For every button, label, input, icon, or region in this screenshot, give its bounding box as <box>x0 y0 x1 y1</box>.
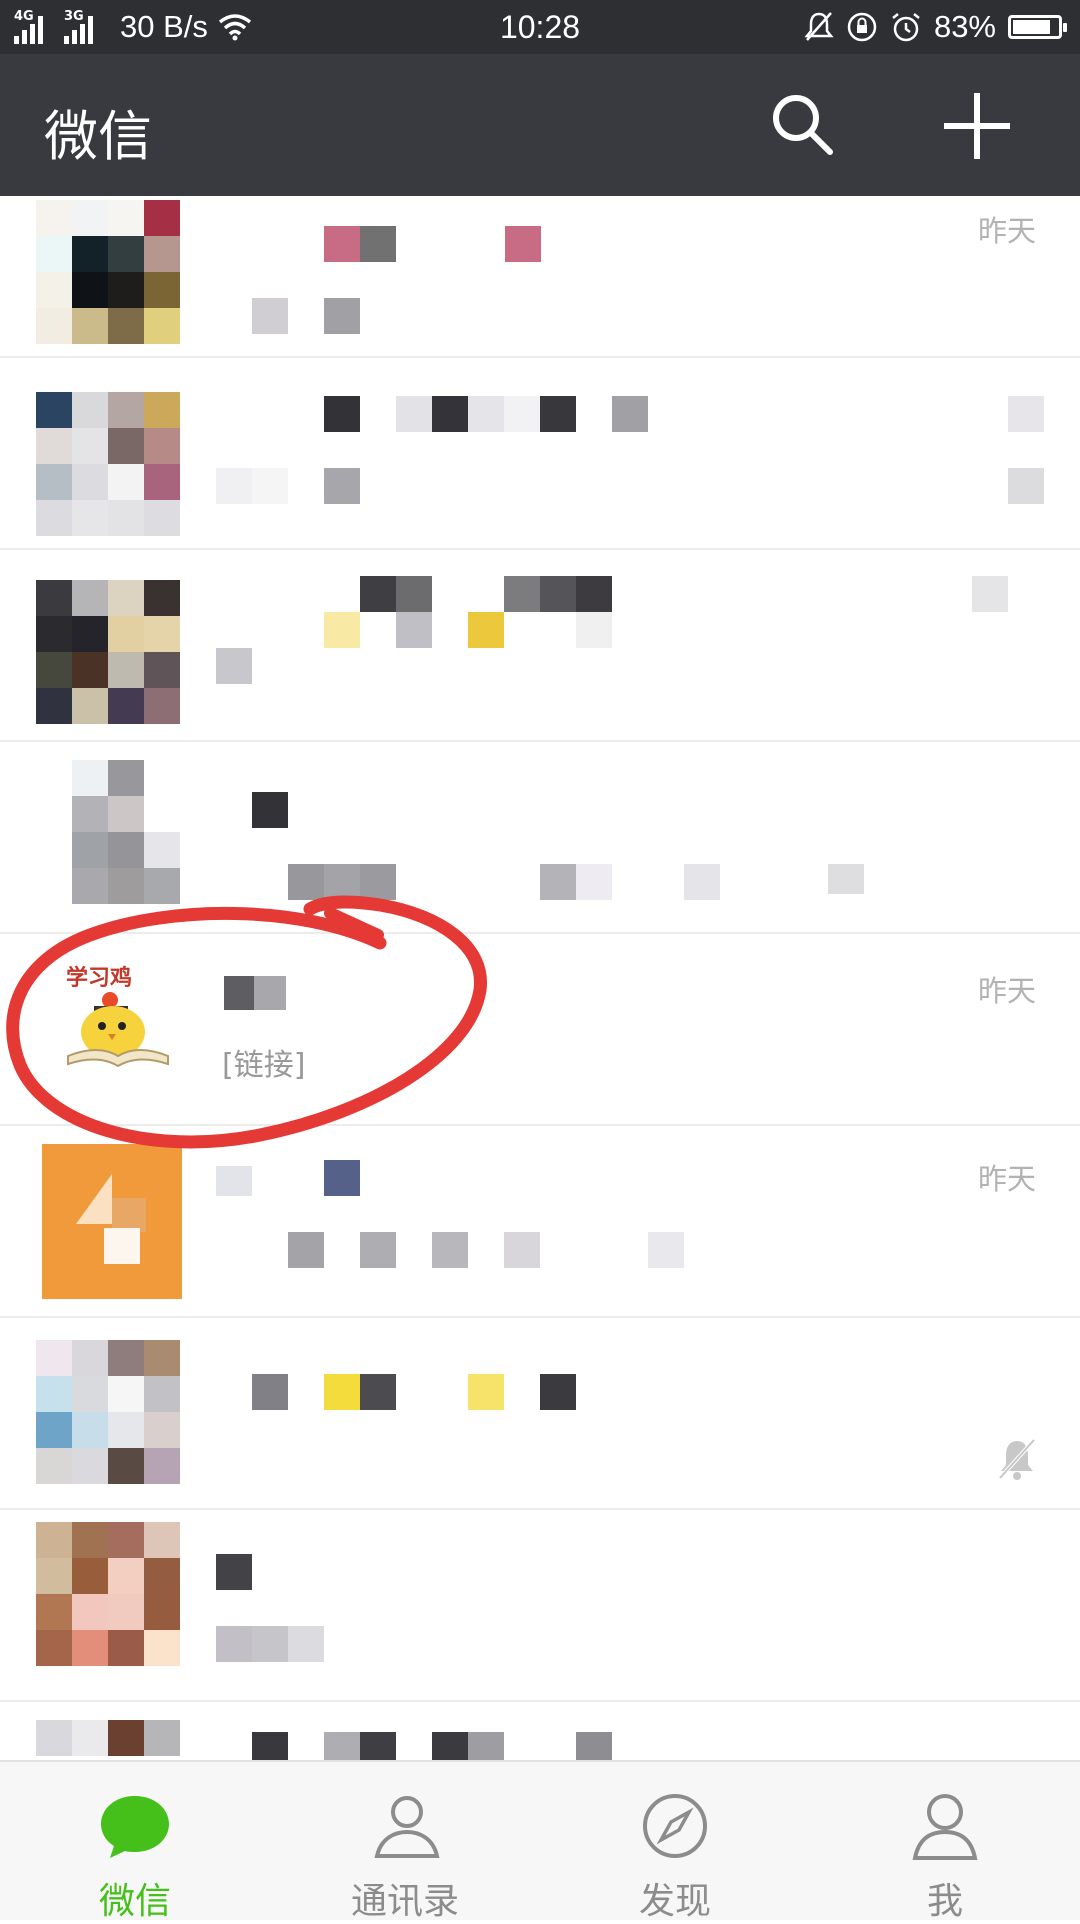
tab-bar: 微信 通讯录 发现 我 <box>0 1760 1080 1922</box>
chat-row[interactable] <box>0 742 1080 934</box>
chat-row[interactable]: 昨天 <box>0 1126 1080 1318</box>
tab-label: 通讯录 <box>350 1881 459 1922</box>
status-right: 83% <box>804 0 1067 54</box>
tab-me[interactable]: 我 <box>810 1762 1080 1922</box>
chat-avatar[interactable] <box>36 1522 180 1666</box>
tab-label: 微信 <box>98 1881 171 1922</box>
battery-fill <box>1013 20 1050 34</box>
chat-avatar[interactable] <box>36 760 180 904</box>
chat-row[interactable] <box>0 1702 1080 1760</box>
chat-row[interactable] <box>0 1318 1080 1510</box>
app-title: 微信 <box>44 105 152 168</box>
chat-time: 昨天 <box>977 974 1036 1008</box>
plus-icon[interactable] <box>940 89 1014 163</box>
chat-avatar[interactable] <box>36 580 180 724</box>
mute-bell-icon <box>804 12 834 41</box>
app-bar: 微信 <box>0 54 1080 196</box>
chat-preview: [链接] <box>222 1048 306 1083</box>
chat-row[interactable] <box>0 1510 1080 1702</box>
chat-row[interactable]: 昨天 <box>0 196 1080 358</box>
chat-avatar[interactable] <box>36 1340 180 1484</box>
contacts-icon <box>374 1796 440 1858</box>
xuexiji-chick-avatar[interactable]: 学习鸡 <box>58 960 178 1080</box>
tab-label: 我 <box>926 1881 963 1922</box>
status-bar: 4G 3G 30 B/s 10:28 83% <box>0 0 1080 54</box>
chat-avatar[interactable] <box>36 392 180 536</box>
chat-bubble-icon <box>101 1796 169 1858</box>
compass-icon <box>643 1794 707 1858</box>
tab-contacts[interactable]: 通讯录 <box>270 1762 540 1922</box>
tab-chats[interactable]: 微信 <box>0 1762 270 1922</box>
avatar-text: 学习鸡 <box>66 966 133 991</box>
chat-list[interactable]: 昨天 学习鸡 [链接] 昨天 昨天 <box>0 196 1080 1760</box>
chat-avatar[interactable] <box>36 1720 180 1760</box>
chat-time: 昨天 <box>977 214 1036 248</box>
tab-discover[interactable]: 发现 <box>540 1762 810 1922</box>
mute-bell-icon <box>998 1438 1036 1480</box>
rotation-lock-icon <box>847 12 877 42</box>
logo-icon <box>76 1174 146 1264</box>
tab-label: 发现 <box>638 1881 711 1922</box>
chat-avatar[interactable] <box>36 200 180 344</box>
orange-logo-avatar[interactable] <box>42 1144 182 1299</box>
person-icon <box>912 1794 978 1860</box>
battery-percent: 83% <box>933 9 996 44</box>
chat-row-xuexiji[interactable]: 学习鸡 [链接] 昨天 <box>0 934 1080 1126</box>
search-icon[interactable] <box>770 92 836 158</box>
battery-icon <box>1008 15 1067 39</box>
chat-row[interactable] <box>0 358 1080 550</box>
alarm-icon <box>892 13 920 42</box>
chat-time: 昨天 <box>977 1162 1036 1196</box>
chat-row[interactable] <box>0 550 1080 742</box>
